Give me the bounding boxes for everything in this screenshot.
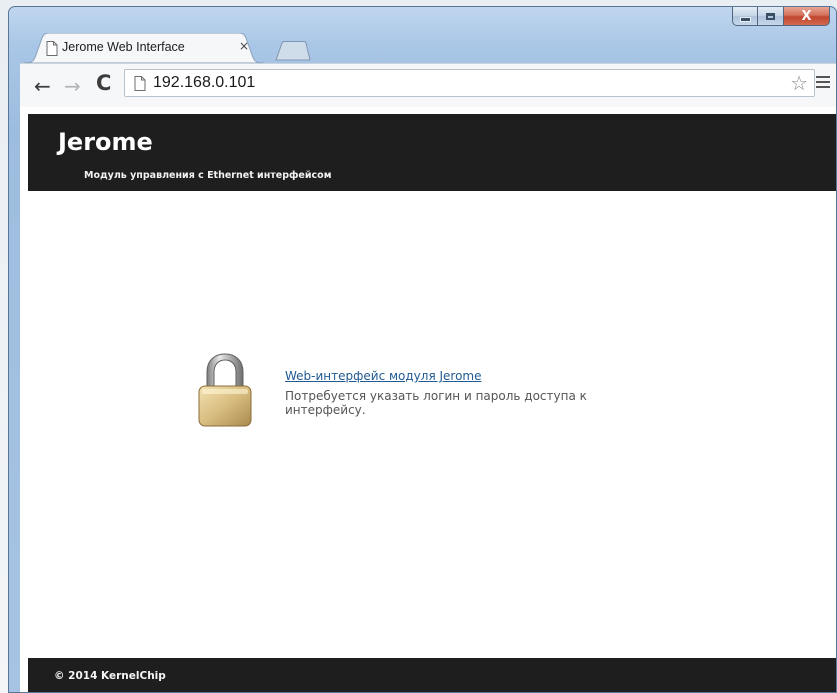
new-tab-icon[interactable]: [274, 41, 312, 61]
menu-bar: [816, 81, 830, 83]
page-icon: [46, 41, 58, 56]
menu-bar: [816, 76, 830, 78]
page-content: [28, 191, 836, 658]
forward-arrow-icon[interactable]: →: [64, 74, 81, 98]
window-close-button[interactable]: X: [784, 7, 830, 26]
site-title: Jerome: [58, 128, 153, 156]
browser-window: X Jerome Web Interface × ← → C 192.168.0…: [8, 6, 837, 693]
window-close-icon: X: [801, 8, 812, 24]
tab-strip: Jerome Web Interface ×: [24, 33, 424, 63]
site-subtitle: Модуль управления с Ethernet интерфейсом: [84, 170, 332, 181]
tab-close-icon[interactable]: ×: [239, 39, 249, 53]
bookmark-star-icon[interactable]: ☆: [790, 71, 808, 95]
lock-icon: [198, 353, 252, 427]
back-arrow-icon[interactable]: ←: [34, 74, 51, 98]
maximize-icon: [766, 12, 775, 20]
login-description: Потребуется указать логин и пароль досту…: [285, 389, 587, 417]
reload-icon[interactable]: C: [96, 71, 111, 95]
maximize-button[interactable]: [758, 7, 784, 26]
menu-icon[interactable]: [816, 76, 830, 91]
site-header: Jerome Модуль управления с Ethernet инте…: [28, 114, 836, 191]
address-bar[interactable]: 192.168.0.101 ☆: [124, 69, 815, 97]
tab-title: Jerome Web Interface: [62, 40, 185, 54]
address-url[interactable]: 192.168.0.101: [153, 74, 255, 92]
window-caption-buttons: X: [732, 7, 830, 27]
minimize-button[interactable]: [732, 7, 758, 26]
login-link[interactable]: Web-интерфейс модуля Jerome: [285, 369, 481, 383]
page-icon: [134, 76, 146, 91]
site-footer: © 2014 KernelChip: [28, 658, 836, 692]
minimize-icon: [739, 17, 751, 22]
footer-copyright: © 2014 KernelChip: [54, 670, 166, 682]
menu-bar: [816, 86, 830, 88]
